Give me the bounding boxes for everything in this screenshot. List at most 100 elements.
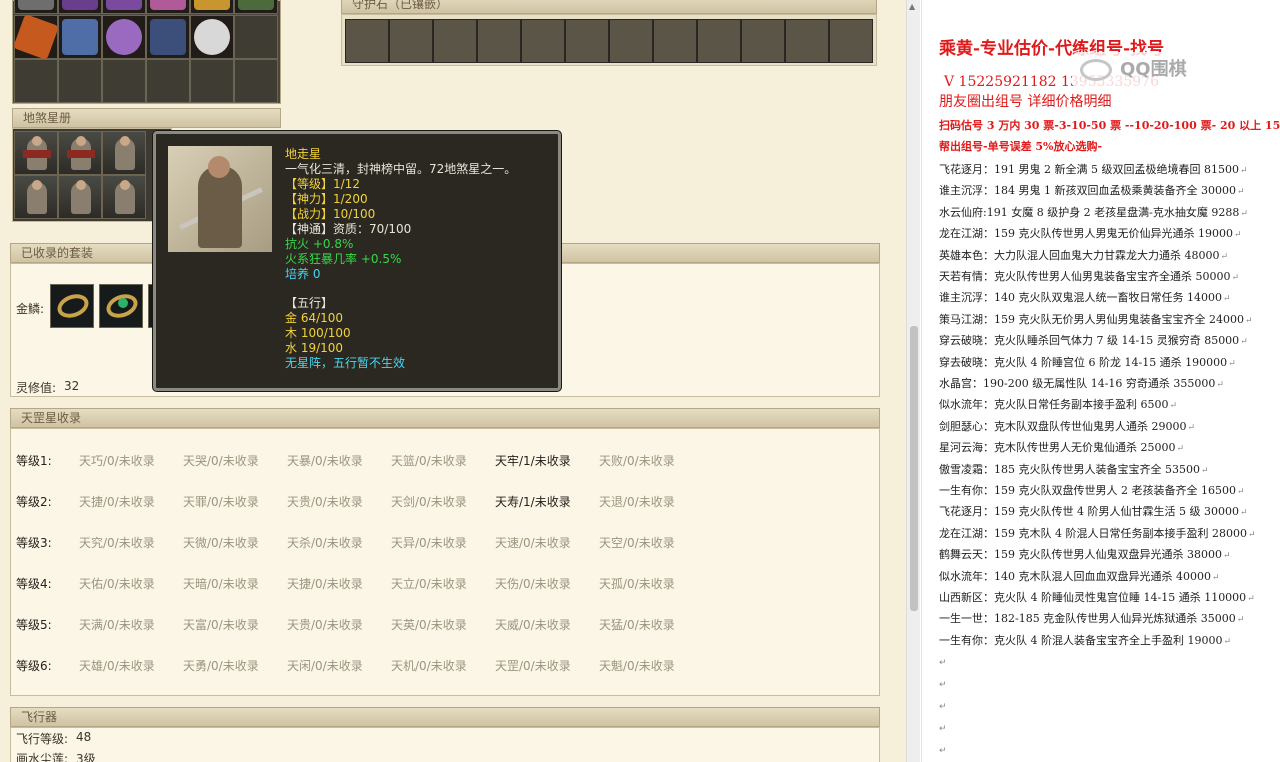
lingxiu-label: 灵修值: xyxy=(16,381,57,395)
tiangang-cell[interactable]: 天雄/0/未收录 xyxy=(79,657,155,674)
tiangang-cell[interactable]: 天罪/0/未收录 xyxy=(183,493,259,510)
gem-slot-6[interactable] xyxy=(565,19,609,63)
gem-slot-4[interactable] xyxy=(477,19,521,63)
tiangang-cell[interactable]: 天威/0/未收录 xyxy=(495,616,571,633)
tiangang-cell[interactable]: 天暴/0/未收录 xyxy=(287,452,363,469)
tooltip-talent: 【神通】资质：70/100 xyxy=(285,222,412,236)
tiangang-cell[interactable]: 天速/0/未收录 xyxy=(495,534,571,551)
tiangang-cell[interactable]: 天牢/1/未收录 xyxy=(495,452,571,469)
tiangang-cell[interactable]: 天捷/0/未收录 xyxy=(287,575,363,592)
paragraph-mark-icon: ↵ xyxy=(1187,422,1196,433)
tiangang-cell[interactable]: 天富/0/未收录 xyxy=(183,616,259,633)
star-card-5[interactable] xyxy=(58,175,102,219)
tiangang-cell[interactable]: 天退/0/未收录 xyxy=(599,493,675,510)
tiangang-cell[interactable]: 天捷/0/未收录 xyxy=(79,493,155,510)
tiangang-cell[interactable]: 天空/0/未收录 xyxy=(599,534,675,551)
item-slot-16[interactable] xyxy=(146,59,190,103)
suit-ring-2[interactable] xyxy=(99,284,143,328)
flyer-box xyxy=(10,727,880,762)
item-slot-4[interactable] xyxy=(146,0,190,14)
item-slot-3[interactable] xyxy=(102,0,146,14)
item-slot-11[interactable] xyxy=(190,15,234,59)
suit-ring-1[interactable] xyxy=(50,284,94,328)
tiangang-cell[interactable]: 天异/0/未收录 xyxy=(391,534,467,551)
tiangang-cell[interactable]: 天孤/0/未收录 xyxy=(599,575,675,592)
tiangang-cell[interactable]: 天哭/0/未收录 xyxy=(183,452,259,469)
tiangang-cell[interactable]: 天贵/0/未收录 xyxy=(287,493,363,510)
listing-text: 水云仙府:191 女魔 8 级护身 2 老孩星盘满-克水抽女魔 9288 xyxy=(939,205,1240,219)
gem-slot-5[interactable] xyxy=(521,19,565,63)
item-slot-6[interactable] xyxy=(234,0,278,14)
listing-text: 星河云海：克木队传世男人无价鬼仙通杀 25000 xyxy=(939,441,1176,455)
tiangang-cell[interactable]: 天猛/0/未收录 xyxy=(599,616,675,633)
tiangang-row-label: 等级2: xyxy=(16,495,52,509)
star-card-2[interactable] xyxy=(58,131,102,175)
game-scrollbar[interactable]: ▲ xyxy=(906,0,920,762)
tiangang-cell[interactable]: 天寿/1/未收录 xyxy=(495,493,571,510)
star-card-6[interactable] xyxy=(102,175,146,219)
gem-slot-1[interactable] xyxy=(345,19,389,63)
gem-slot-3[interactable] xyxy=(433,19,477,63)
item-slot-5[interactable] xyxy=(190,0,234,14)
tiangang-cell[interactable]: 天剑/0/未收录 xyxy=(391,493,467,510)
tiangang-cell[interactable]: 天魁/0/未收录 xyxy=(599,657,675,674)
paragraph-mark-icon: ↵ xyxy=(1236,187,1245,198)
item-slot-18[interactable] xyxy=(234,59,278,103)
gem-slot-12[interactable] xyxy=(829,19,873,63)
item-slot-13[interactable] xyxy=(14,59,58,103)
gem-slot-2[interactable] xyxy=(389,19,433,63)
gem-slot-7[interactable] xyxy=(609,19,653,63)
tiangang-cell[interactable]: 天立/0/未收录 xyxy=(391,575,467,592)
gem-slot-9[interactable] xyxy=(697,19,741,63)
star-card-4[interactable] xyxy=(14,175,58,219)
tiangang-cell[interactable]: 天罡/0/未收录 xyxy=(495,657,571,674)
item-slot-14[interactable] xyxy=(58,59,102,103)
listing-item: 英雄本色：大力队混人回血鬼大力甘霖龙大力通杀 48000↵ xyxy=(939,249,1228,264)
tiangang-cell[interactable]: 天机/0/未收录 xyxy=(391,657,467,674)
tiangang-cell[interactable]: 天闲/0/未收录 xyxy=(287,657,363,674)
scroll-up-icon[interactable]: ▲ xyxy=(909,2,915,11)
tooltip-wood: 木 100/100 xyxy=(285,326,351,340)
tiangang-cell[interactable]: 天贵/0/未收录 xyxy=(287,616,363,633)
scroll-thumb[interactable] xyxy=(910,326,918,611)
gem-slot-8[interactable] xyxy=(653,19,697,63)
tiangang-cell[interactable]: 天篮/0/未收录 xyxy=(391,452,467,469)
star-card-3[interactable] xyxy=(102,131,146,175)
tiangang-cell[interactable]: 天微/0/未收录 xyxy=(183,534,259,551)
tiangang-cell[interactable]: 天暗/0/未收录 xyxy=(183,575,259,592)
star-book-header: 地煞星册 xyxy=(12,108,281,128)
gem-slot-10[interactable] xyxy=(741,19,785,63)
listing-text: 穿云破晓：克火队睡杀回气体力 7 级 14-15 灵猴穷奇 85000 xyxy=(939,334,1240,348)
guard-stone-title: 守护石（已镶嵌） xyxy=(352,0,449,11)
tiangang-cell[interactable]: 天伤/0/未收录 xyxy=(495,575,571,592)
item-slot-2[interactable] xyxy=(58,0,102,14)
item-slot-9[interactable] xyxy=(102,15,146,59)
listing-item: 策马江湖：159 克火队无价男人男仙男鬼装备宝宝齐全 24000↵ xyxy=(939,313,1253,328)
tiangang-cell[interactable]: 天勇/0/未收录 xyxy=(183,657,259,674)
watermark-text: QQ围棋 xyxy=(1120,59,1187,80)
tiangang-cell[interactable]: 天佑/0/未收录 xyxy=(79,575,155,592)
tiangang-cell[interactable]: 天究/0/未收录 xyxy=(79,534,155,551)
watermark-logo-icon xyxy=(1080,59,1112,81)
item-slot-8[interactable] xyxy=(58,15,102,59)
paragraph-mark-icon: ↵ xyxy=(939,724,947,734)
tooltip-divine: 【神力】1/200 xyxy=(285,192,368,206)
star-card-1[interactable] xyxy=(14,131,58,175)
gem-slot-11[interactable] xyxy=(785,19,829,63)
doc-promo-1: 扫码估号 3 万内 30 票-3-10-50 票 --10-20-100 票- … xyxy=(939,119,1280,132)
tiangang-cell[interactable]: 天杀/0/未收录 xyxy=(287,534,363,551)
item-slot-15[interactable] xyxy=(102,59,146,103)
listing-text: 水晶宫：190-200 级无属性队 14-16 穷奇通杀 355000 xyxy=(939,377,1216,390)
item-slot-17[interactable] xyxy=(190,59,234,103)
listing-item: 似水流年：克火队日常任务副本接手盈利 6500↵ xyxy=(939,398,1177,413)
listing-text: 一生有你：克火队 4 阶混人装备宝宝齐全上手盈利 19000 xyxy=(939,633,1223,647)
item-slot-1[interactable] xyxy=(14,0,58,14)
item-slot-7[interactable] xyxy=(12,13,60,61)
tiangang-cell[interactable]: 天败/0/未收录 xyxy=(599,452,675,469)
item-slot-10[interactable] xyxy=(146,15,190,59)
item-slot-12[interactable] xyxy=(234,15,278,59)
tiangang-cell[interactable]: 天满/0/未收录 xyxy=(79,616,155,633)
tiangang-cell[interactable]: 天巧/0/未收录 xyxy=(79,452,155,469)
tiangang-cell[interactable]: 天英/0/未收录 xyxy=(391,616,467,633)
listing-item: 穿去破晓：克火队 4 阶睡宫位 6 阶龙 14-15 通杀 190000↵ xyxy=(939,356,1236,371)
